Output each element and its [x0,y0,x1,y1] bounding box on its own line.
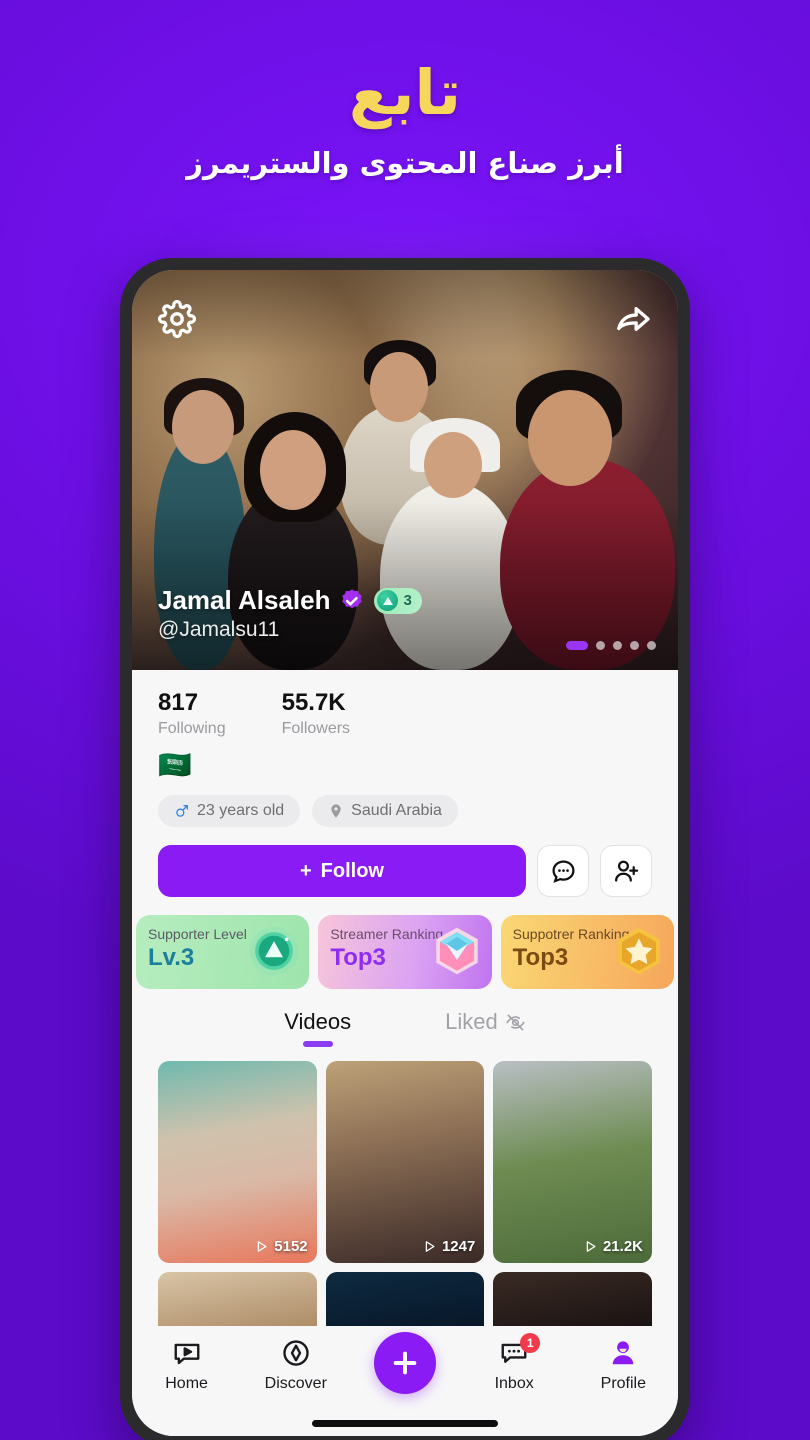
profile-actions: + Follow [158,845,652,897]
male-gender-icon [176,805,188,817]
achievement-badges: Supporter Level Lv.3 Streamer Ranking To… [136,915,674,989]
nav-profile-label: Profile [600,1375,647,1392]
following-count: 817 [158,689,199,716]
play-icon [258,1241,267,1252]
page-dot[interactable] [613,641,622,650]
stat-following[interactable]: 817 Following [158,688,226,738]
video-play-count-wrap: 1247 [422,1238,475,1255]
tab-videos[interactable]: Videos [284,1009,351,1047]
followers-label: Followers [281,720,351,737]
location-chip-label: Saudi Arabia [351,802,442,819]
tab-liked[interactable]: Liked [445,1009,526,1047]
country-flag-icon: 🇸🇦 [158,750,192,780]
add-friend-button[interactable] [600,845,652,897]
green-triangle-emblem [250,926,299,976]
nav-item-create[interactable] [363,1332,447,1401]
gold-star-hexagon-emblem [618,927,660,975]
diamond-hexagon-emblem [435,927,478,975]
profile-info-area: 817 Following 55.7K Followers 🇸🇦 23 year… [132,670,678,1338]
nav-item-discover[interactable]: Discover [254,1338,338,1393]
tab-videos-label: Videos [284,1009,352,1034]
profile-handle: @Jamalsu11 [158,618,280,641]
message-button[interactable] [537,845,589,897]
level-triangle-icon [377,590,399,611]
supporter-level-badge: 3 [374,587,422,614]
video-play-count-wrap: 5152 [254,1238,308,1255]
nav-inbox-label: Inbox [494,1375,534,1392]
nav-item-profile[interactable]: Profile [581,1338,665,1393]
nav-discover-label: Discover [264,1375,327,1392]
play-icon [425,1241,435,1252]
follow-plus-icon: + [299,859,312,882]
age-chip[interactable]: 23 years old [158,795,301,827]
tab-liked-label-wrap: Liked [445,1009,526,1035]
compass-diamond-icon [283,1340,309,1366]
video-play-count: 5152 [274,1238,308,1255]
verified-check-icon [339,588,365,614]
promo-subtitle: أبرز صناع المحتوى والستريمرز [186,146,624,180]
following-label: Following [158,720,226,737]
level-badge-value: 3 [403,592,412,609]
video-play-count-wrap: 21.2K [583,1238,643,1255]
badge-card-streamer-ranking[interactable]: Streamer Ranking Top3 [318,915,492,989]
video-play-icon [174,1343,200,1365]
eye-off-icon [506,1013,525,1031]
video-thumbnail[interactable]: 5152 [158,1061,317,1263]
profile-name: Jamal Alsaleh [158,585,331,615]
followers-count: 55.7K [281,689,346,716]
page-dot[interactable] [596,641,605,650]
nav-home-label: Home [165,1375,208,1392]
profile-identity: Jamal Alsaleh 3 @Jamalsu11 [158,585,422,642]
promo-title: تابع [348,56,462,129]
age-chip-label: 23 years old [197,802,285,819]
share-arrow-icon[interactable] [614,300,652,338]
nav-item-inbox[interactable]: 1 Inbox [472,1333,556,1393]
tab-liked-label: Liked [445,1009,498,1034]
badge-card-supporter-level[interactable]: Supporter Level Lv.3 [136,915,310,989]
video-thumbnail[interactable]: 21.2K [493,1061,652,1263]
page-dot[interactable] [566,641,588,650]
page-dot[interactable] [647,641,656,650]
profile-chips: 23 years old Saudi Arabia [158,795,652,827]
nav-item-home[interactable]: Home [145,1338,229,1393]
follow-button-label: Follow [320,859,384,882]
profile-name-row: Jamal Alsaleh 3 [158,585,422,616]
promo-header: تابع أبرز صناع المحتوى والستريمرز [0,56,810,181]
plus-icon [393,1351,417,1375]
page-dot[interactable] [630,641,639,650]
profile-tabs: Videos Liked [158,1009,652,1047]
home-indicator [312,1420,498,1427]
location-pin-icon [331,804,341,818]
inbox-unread-badge: 1 [520,1333,541,1353]
add-person-icon [614,860,638,882]
profile-cover-photo: Jamal Alsaleh 3 @Jamalsu11 [132,270,678,670]
play-icon [586,1241,596,1252]
tab-inactive-underline [470,1041,500,1047]
follow-button[interactable]: + Follow [158,845,526,897]
person-icon [613,1341,634,1365]
video-thumbnail[interactable]: 1247 [325,1061,485,1263]
phone-mockup: Jamal Alsaleh 3 @Jamalsu11 817 Following… [120,258,690,1440]
chat-bubble-dots-icon [551,859,575,883]
badge-card-supporter-ranking[interactable]: Suppotrer Ranking Top3 [500,915,674,989]
video-play-count: 1247 [441,1238,476,1255]
location-chip[interactable]: Saudi Arabia [312,795,458,827]
video-grid: 5152 1247 21.2K [158,1047,652,1338]
create-button[interactable] [373,1332,436,1394]
settings-gear-icon[interactable] [158,300,196,338]
stat-followers[interactable]: 55.7K Followers [282,688,350,738]
video-play-count: 21.2K [602,1238,643,1255]
cover-page-dots[interactable] [566,641,656,650]
profile-stats: 817 Following 55.7K Followers [158,688,652,738]
phone-screen: Jamal Alsaleh 3 @Jamalsu11 817 Following… [132,270,678,1436]
tab-active-underline [302,1041,333,1047]
